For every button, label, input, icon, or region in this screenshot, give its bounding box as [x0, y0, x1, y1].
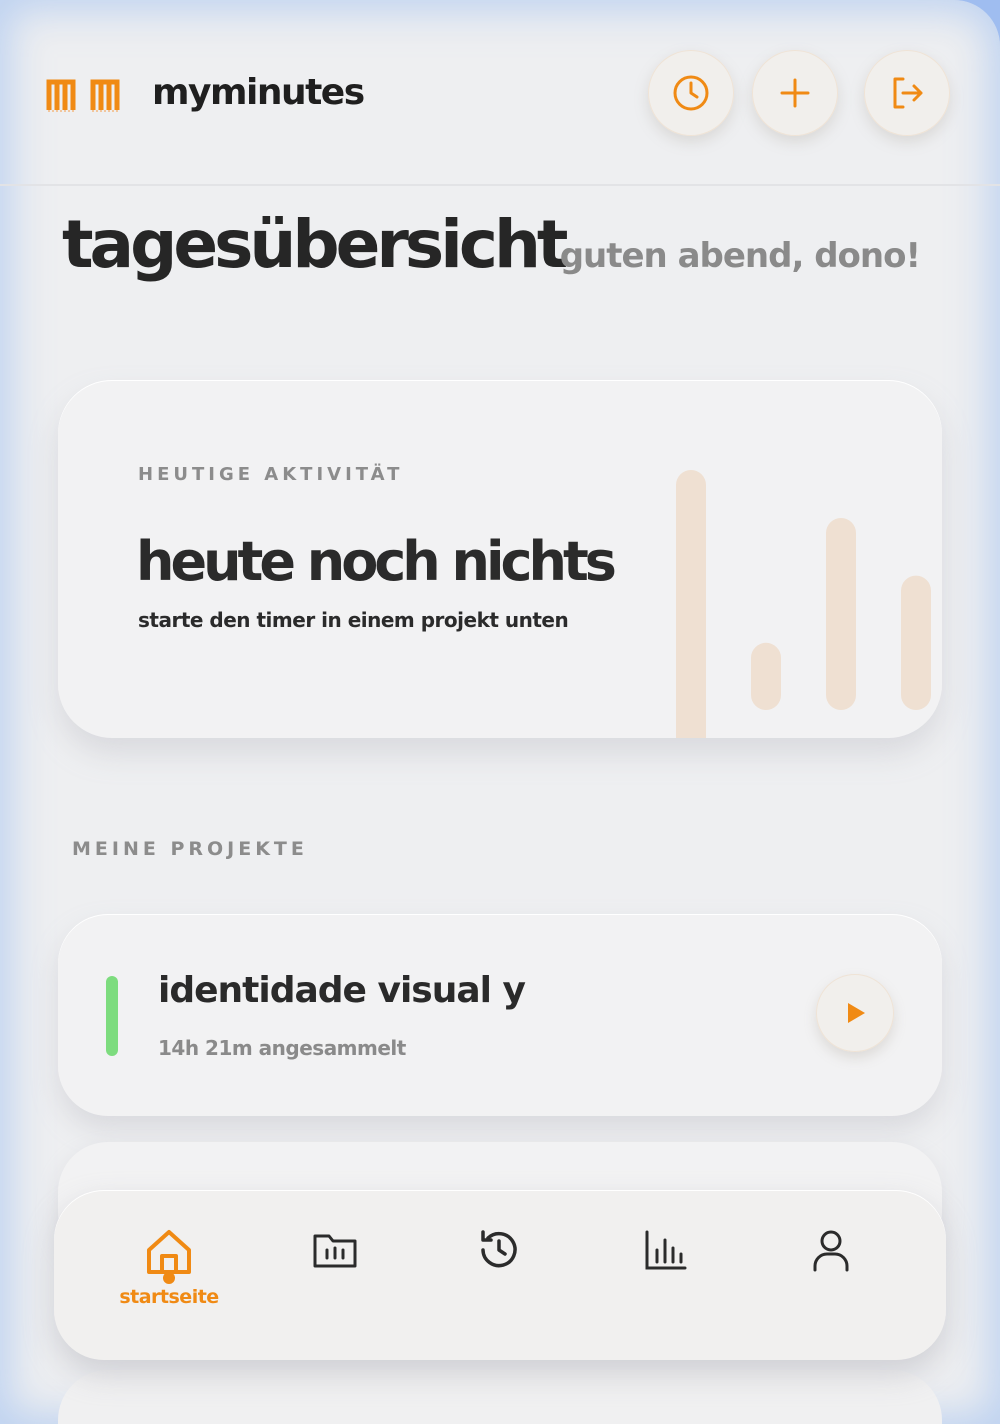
activity-headline: heute noch nichts	[136, 530, 617, 593]
project-color-indicator	[106, 976, 118, 1056]
app-title: myminutes	[152, 72, 365, 113]
project-time: 14h 21m angesammelt	[158, 1036, 406, 1060]
app-window: myminutes tagesübersicht guten abend, do…	[0, 0, 1000, 1424]
project-card[interactable]: identidade visual y 14h 21m angesammelt	[58, 914, 942, 1116]
nav-item-history[interactable]	[454, 1226, 544, 1326]
project-name: identidade visual y	[158, 970, 526, 1011]
logout-button[interactable]	[864, 50, 950, 136]
page-title: tagesübersicht	[62, 206, 568, 283]
start-timer-button[interactable]	[816, 974, 894, 1052]
projects-section-label: MEINE PROJEKTE	[72, 838, 308, 860]
home-icon	[147, 1230, 191, 1284]
activity-decor-bar	[826, 518, 856, 710]
activity-decor-bar	[751, 642, 781, 710]
activity-decor-bar	[901, 575, 931, 710]
activity-card: HEUTIGE AKTIVITÄT heute noch nichts star…	[58, 380, 942, 738]
logo-mark-icon	[46, 79, 76, 112]
timer-button[interactable]	[648, 50, 734, 136]
project-card[interactable]	[58, 1370, 942, 1424]
bottom-nav: startseite	[54, 1190, 946, 1360]
clock-icon	[673, 75, 709, 111]
header: myminutes	[0, 0, 1000, 186]
play-icon	[848, 1003, 865, 1023]
nav-label-home: startseite	[119, 1286, 219, 1308]
add-button[interactable]	[752, 50, 838, 136]
activity-overline: HEUTIGE AKTIVITÄT	[138, 464, 404, 485]
folder-icon	[313, 1234, 357, 1268]
activity-subtitle: starte den timer in einem projekt unten	[138, 608, 569, 632]
user-icon	[813, 1230, 849, 1272]
plus-icon	[780, 78, 810, 108]
stats-icon	[645, 1230, 687, 1270]
logout-icon	[893, 77, 923, 109]
activity-decor-bar	[676, 470, 706, 738]
nav-item-profile[interactable]	[786, 1226, 876, 1326]
history-icon	[481, 1230, 517, 1268]
nav-item-home[interactable]: startseite	[119, 1226, 219, 1326]
greeting-text: guten abend, dono!	[559, 236, 921, 276]
nav-item-statistics[interactable]	[620, 1226, 710, 1326]
logo	[46, 76, 120, 112]
logo-mark-icon	[90, 79, 120, 112]
nav-item-projects[interactable]	[290, 1226, 380, 1326]
